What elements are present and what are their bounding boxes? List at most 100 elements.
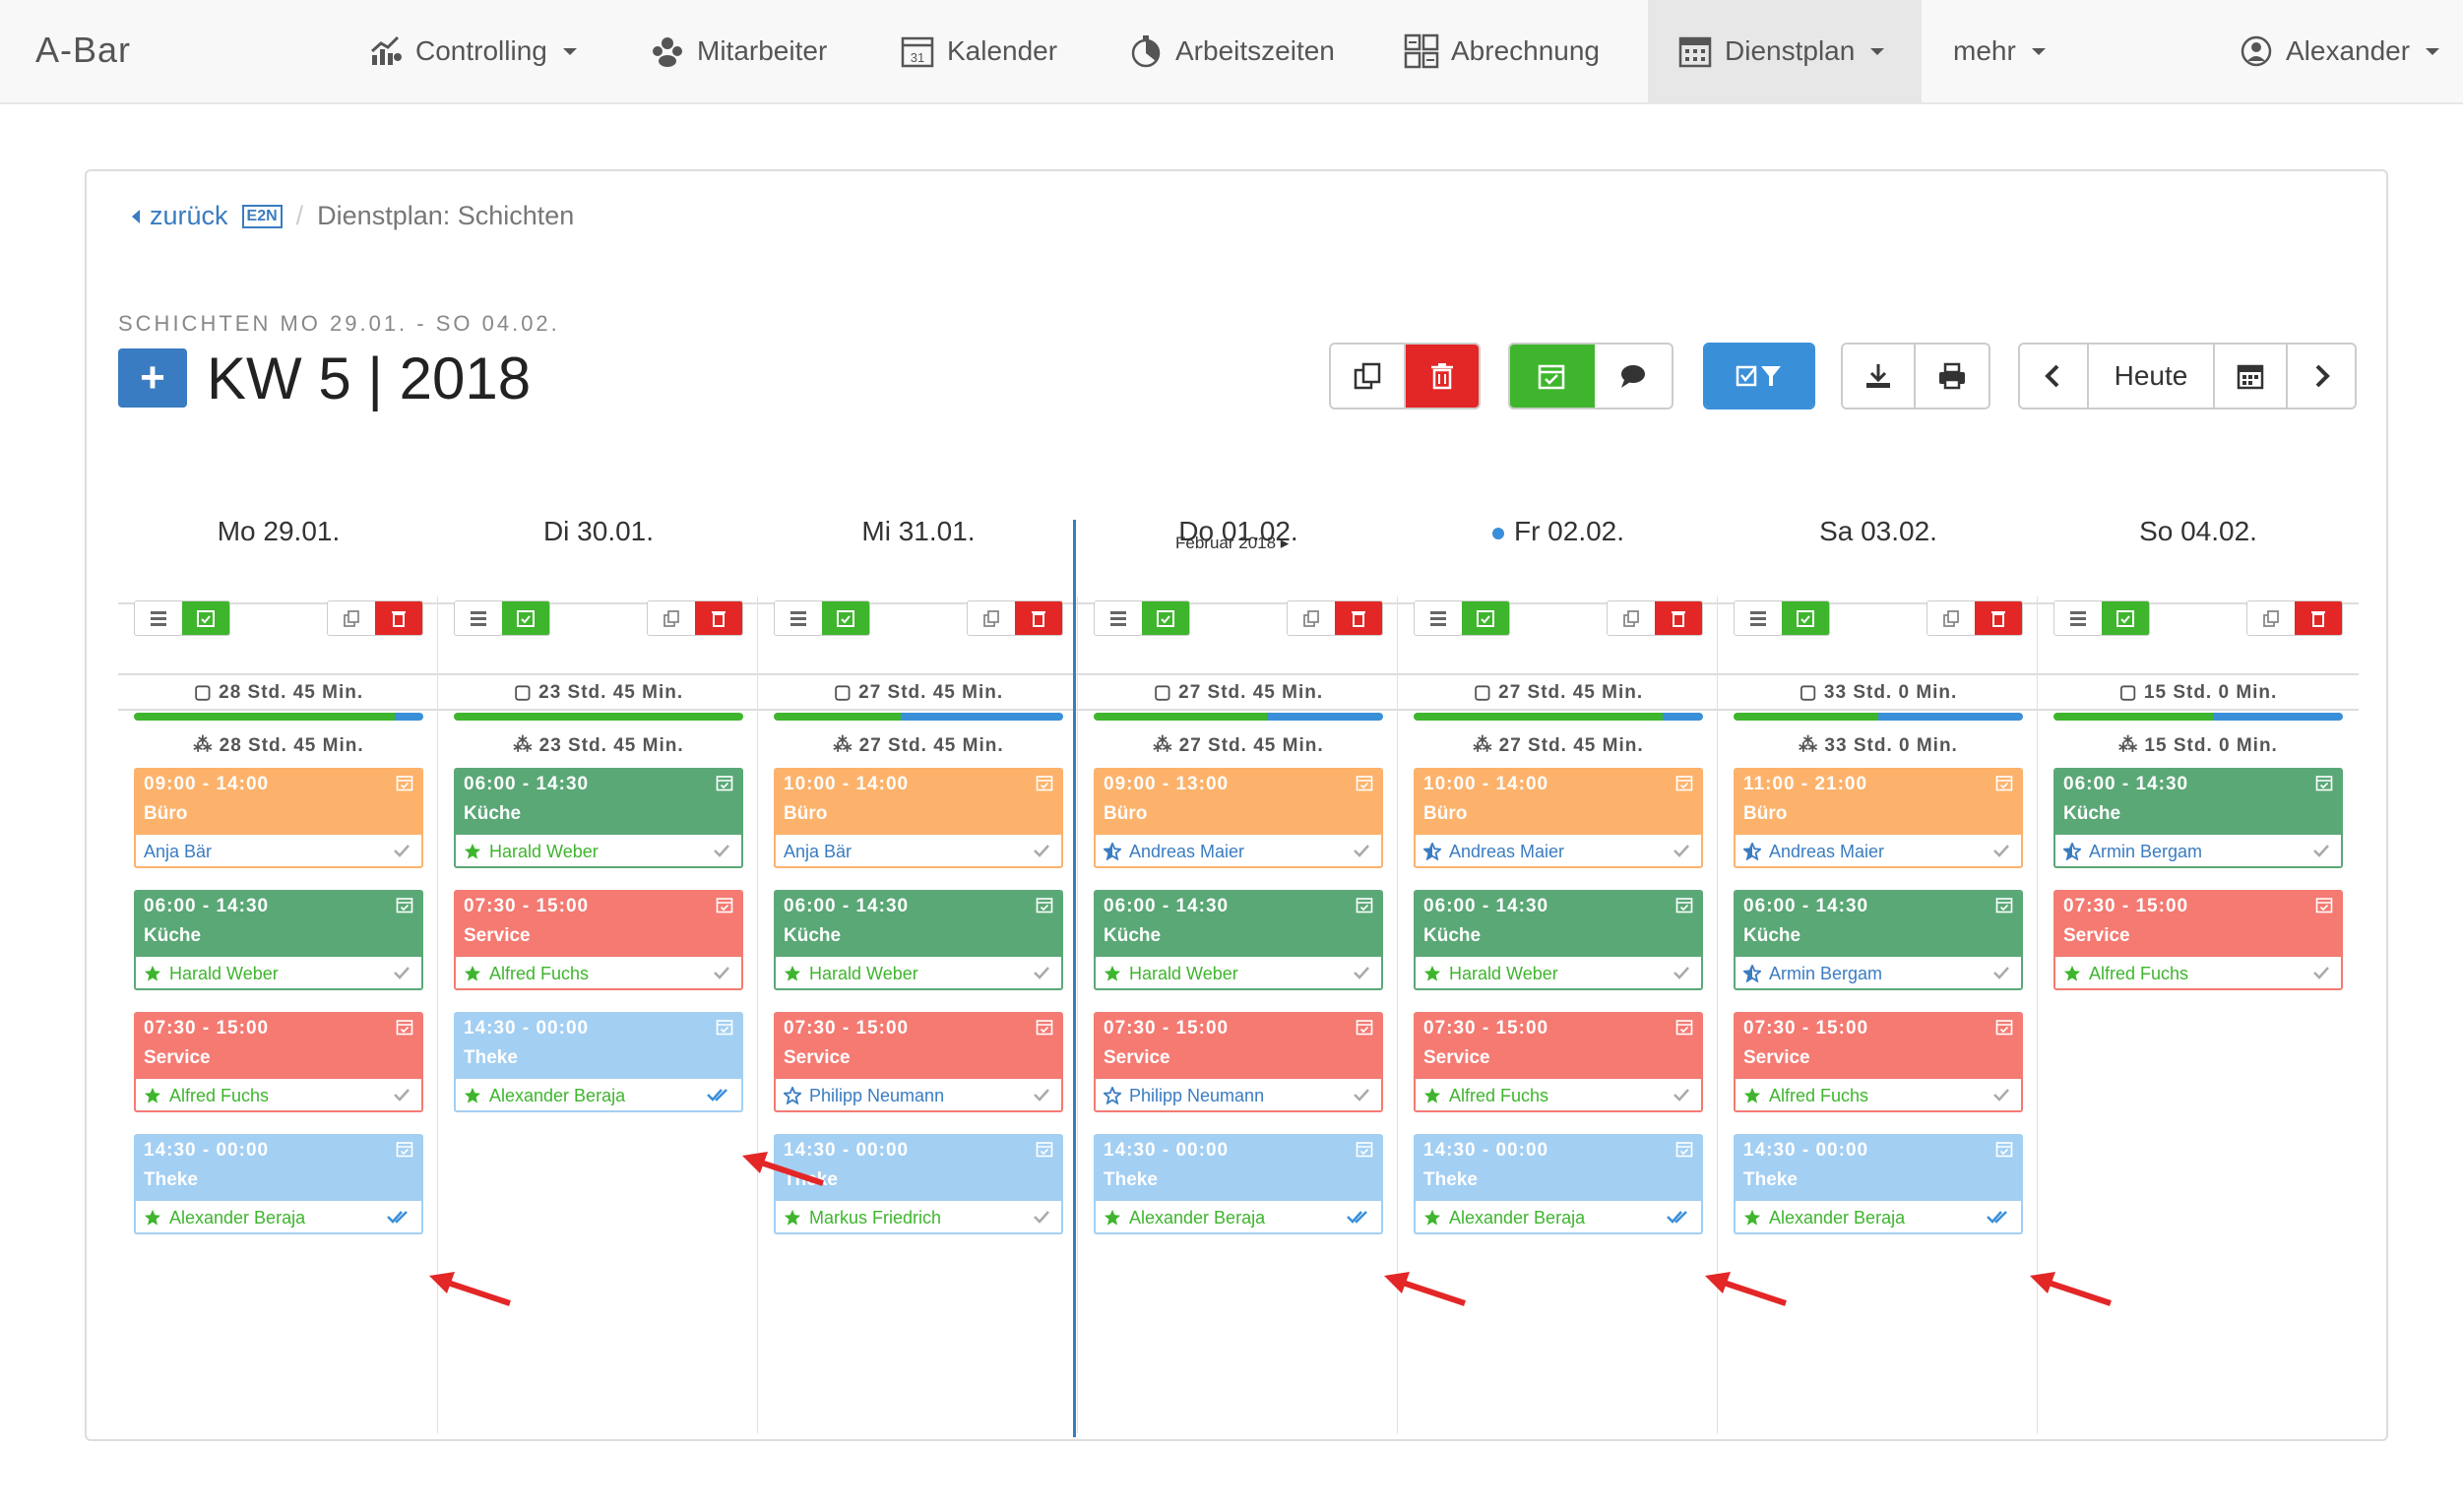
shift-assignee[interactable]: Harald Weber bbox=[776, 957, 1061, 988]
delete-day-button[interactable] bbox=[1975, 601, 2022, 635]
copy-day-button[interactable] bbox=[1927, 601, 1975, 635]
shift-card[interactable]: 07:30 - 15:00 Service Alfred Fuchs bbox=[134, 1012, 423, 1112]
date-picker-button[interactable] bbox=[2215, 345, 2288, 408]
shift-assignee[interactable]: Anja Bär bbox=[136, 835, 421, 866]
delete-day-button[interactable] bbox=[1655, 601, 1702, 635]
shift-card[interactable]: 10:00 - 14:00 Büro Andreas Maier bbox=[1414, 768, 1703, 868]
shift-assignee[interactable]: Harald Weber bbox=[456, 835, 741, 866]
copy-week-button[interactable] bbox=[1331, 345, 1406, 408]
publish-button[interactable] bbox=[1510, 345, 1595, 408]
publish-day-button[interactable] bbox=[822, 601, 869, 635]
shift-card[interactable]: 06:00 - 14:30 Küche Harald Weber bbox=[134, 890, 423, 990]
publish-day-button[interactable] bbox=[1142, 601, 1189, 635]
shift-card[interactable]: 09:00 - 13:00 Büro Andreas Maier bbox=[1094, 768, 1383, 868]
shift-assignee[interactable]: Alexander Beraja bbox=[1416, 1201, 1701, 1232]
shift-card[interactable]: 07:30 - 15:00 Service Alfred Fuchs bbox=[1734, 1012, 2023, 1112]
shift-assignee[interactable]: Alexander Beraja bbox=[1096, 1201, 1381, 1232]
delete-day-button[interactable] bbox=[375, 601, 422, 635]
shift-card[interactable]: 06:00 - 14:30 Küche Harald Weber bbox=[774, 890, 1063, 990]
list-view-button[interactable] bbox=[135, 601, 182, 635]
copy-day-button[interactable] bbox=[648, 601, 695, 635]
nav-controlling[interactable]: Controlling bbox=[352, 0, 593, 102]
shift-assignee[interactable]: Anja Bär bbox=[776, 835, 1061, 866]
shift-card[interactable]: 06:00 - 14:30 Küche Harald Weber bbox=[1094, 890, 1383, 990]
list-view-button[interactable] bbox=[775, 601, 822, 635]
shift-card[interactable]: 07:30 - 15:00 Service Alfred Fuchs bbox=[1414, 1012, 1703, 1112]
shift-assignee[interactable]: Andreas Maier bbox=[1096, 835, 1381, 866]
print-button[interactable] bbox=[1916, 345, 1989, 408]
copy-day-button[interactable] bbox=[968, 601, 1015, 635]
publish-day-button[interactable] bbox=[2102, 601, 2149, 635]
shift-card[interactable]: 06:00 - 14:30 Küche Harald Weber bbox=[454, 768, 743, 868]
publish-day-button[interactable] bbox=[1462, 601, 1509, 635]
shift-card[interactable]: 07:30 - 15:00 Service Philipp Neumann bbox=[774, 1012, 1063, 1112]
shift-card[interactable]: 14:30 - 00:00 Theke Alexander Beraja bbox=[1414, 1134, 1703, 1234]
copy-day-button[interactable] bbox=[1608, 601, 1655, 635]
shift-card[interactable]: 11:00 - 21:00 Büro Andreas Maier bbox=[1734, 768, 2023, 868]
list-view-button[interactable] bbox=[1095, 601, 1142, 635]
shift-assignee[interactable]: Armin Bergam bbox=[2055, 835, 2341, 866]
list-view-button[interactable] bbox=[2054, 601, 2102, 635]
shift-card[interactable]: 07:30 - 15:00 Service Alfred Fuchs bbox=[454, 890, 743, 990]
list-view-button[interactable] bbox=[1415, 601, 1462, 635]
e2n-badge[interactable]: E2N bbox=[241, 204, 283, 228]
shift-assignee[interactable]: Markus Friedrich bbox=[776, 1201, 1061, 1232]
copy-day-button[interactable] bbox=[2247, 601, 2295, 635]
shift-assignee[interactable]: Harald Weber bbox=[1416, 957, 1701, 988]
shift-assignee[interactable]: Alexander Beraja bbox=[1736, 1201, 2021, 1232]
publish-day-button[interactable] bbox=[182, 601, 229, 635]
shift-assignee[interactable]: Harald Weber bbox=[136, 957, 421, 988]
brand-logo[interactable]: A-Bar bbox=[35, 30, 131, 71]
delete-day-button[interactable] bbox=[1335, 601, 1382, 635]
copy-day-button[interactable] bbox=[328, 601, 375, 635]
shift-assignee[interactable]: Armin Bergam bbox=[1736, 957, 2021, 988]
shift-card[interactable]: 07:30 - 15:00 Service Alfred Fuchs bbox=[2053, 890, 2343, 990]
shift-assignee[interactable]: Alfred Fuchs bbox=[136, 1079, 421, 1110]
shift-assignee[interactable]: Alfred Fuchs bbox=[456, 957, 741, 988]
back-link[interactable]: zurück bbox=[132, 201, 228, 231]
download-button[interactable] bbox=[1843, 345, 1916, 408]
list-view-button[interactable] bbox=[1735, 601, 1782, 635]
shift-assignee[interactable]: Philipp Neumann bbox=[1096, 1079, 1381, 1110]
shift-card[interactable]: 06:00 - 14:30 Küche Harald Weber bbox=[1414, 890, 1703, 990]
next-week-button[interactable] bbox=[2288, 345, 2355, 408]
prev-week-button[interactable] bbox=[2020, 345, 2089, 408]
shift-assignee[interactable]: Philipp Neumann bbox=[776, 1079, 1061, 1110]
shift-assignee[interactable]: Alexander Beraja bbox=[136, 1201, 421, 1232]
publish-day-button[interactable] bbox=[1782, 601, 1829, 635]
shift-assignee[interactable]: Alexander Beraja bbox=[456, 1079, 741, 1110]
shift-assignee[interactable]: Alfred Fuchs bbox=[1736, 1079, 2021, 1110]
shift-assignee[interactable]: Alfred Fuchs bbox=[1416, 1079, 1701, 1110]
nav-dienstplan[interactable]: Dienstplan bbox=[1648, 0, 1922, 102]
shift-card[interactable]: 14:30 - 00:00 Theke Alexander Beraja bbox=[134, 1134, 423, 1234]
shift-assignee[interactable]: Andreas Maier bbox=[1736, 835, 2021, 866]
shift-card[interactable]: 14:30 - 00:00 Theke Alexander Beraja bbox=[1734, 1134, 2023, 1234]
list-view-button[interactable] bbox=[455, 601, 502, 635]
nav-user-menu[interactable]: Alexander bbox=[2223, 0, 2455, 102]
today-button[interactable]: Heute bbox=[2089, 345, 2215, 408]
shift-card[interactable]: 06:00 - 14:30 Küche Armin Bergam bbox=[1734, 890, 2023, 990]
comment-button[interactable] bbox=[1595, 345, 1672, 408]
shift-card[interactable]: 10:00 - 14:00 Büro Anja Bär bbox=[774, 768, 1063, 868]
delete-day-button[interactable] bbox=[2295, 601, 2342, 635]
delete-day-button[interactable] bbox=[1015, 601, 1062, 635]
shift-card[interactable]: 06:00 - 14:30 Küche Armin Bergam bbox=[2053, 768, 2343, 868]
nav-arbeitszeiten[interactable]: Arbeitszeiten bbox=[1112, 0, 1351, 102]
shift-card[interactable]: 14:30 - 00:00 Theke Alexander Beraja bbox=[1094, 1134, 1383, 1234]
shift-card[interactable]: 14:30 - 00:00 Theke Alexander Beraja bbox=[454, 1012, 743, 1112]
nav-mehr[interactable]: mehr bbox=[1937, 0, 2061, 102]
nav-abrechnung[interactable]: Abrechnung bbox=[1388, 0, 1615, 102]
nav-mitarbeiter[interactable]: Mitarbeiter bbox=[634, 0, 843, 102]
delete-day-button[interactable] bbox=[695, 601, 742, 635]
publish-day-button[interactable] bbox=[502, 601, 549, 635]
shift-assignee[interactable]: Andreas Maier bbox=[1416, 835, 1701, 866]
shift-assignee[interactable]: Alfred Fuchs bbox=[2055, 957, 2341, 988]
add-shift-button[interactable]: + bbox=[118, 348, 187, 408]
delete-week-button[interactable] bbox=[1406, 345, 1479, 408]
shift-assignee[interactable]: Harald Weber bbox=[1096, 957, 1381, 988]
copy-day-button[interactable] bbox=[1288, 601, 1335, 635]
shift-card[interactable]: 07:30 - 15:00 Service Philipp Neumann bbox=[1094, 1012, 1383, 1112]
filter-button[interactable] bbox=[1705, 345, 1813, 408]
nav-kalender[interactable]: 31 Kalender bbox=[884, 0, 1073, 102]
shift-card[interactable]: 09:00 - 14:00 Büro Anja Bär bbox=[134, 768, 423, 868]
